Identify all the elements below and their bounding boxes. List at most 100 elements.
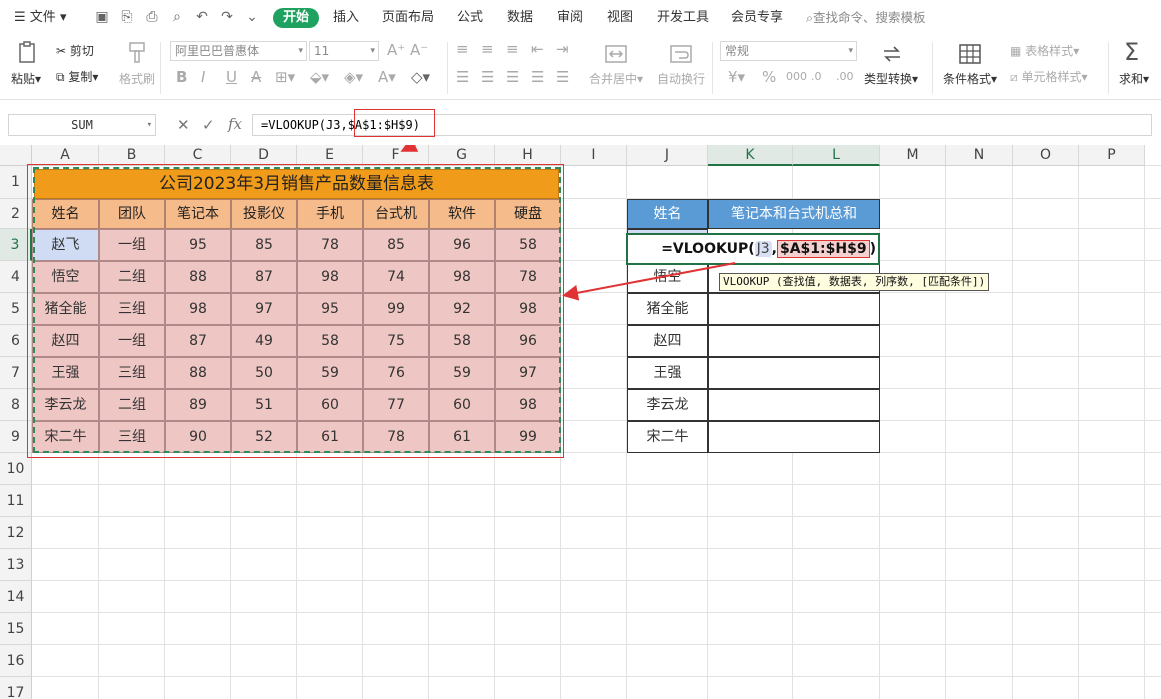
save-icon[interactable]: ▣ — [94, 9, 110, 25]
redo-icon[interactable]: ↷ — [219, 9, 235, 25]
percent-icon[interactable]: % — [762, 69, 776, 85]
table2-header-name: 姓名 — [627, 199, 708, 229]
row-header-17[interactable]: 17 — [0, 677, 32, 699]
increase-indent-icon[interactable]: ⇥ — [556, 41, 569, 57]
tab-developer[interactable]: 开发工具 — [657, 8, 709, 28]
distributed-icon[interactable]: ☰ — [556, 69, 569, 85]
fill-color-icon[interactable]: ⬙▾ — [310, 69, 329, 85]
command-search[interactable]: ⌕查找命令、搜索模板 — [806, 8, 926, 28]
tab-review[interactable]: 审阅 — [557, 8, 583, 28]
align-center-icon[interactable]: ☰ — [481, 69, 494, 85]
export-icon[interactable]: ⎘ — [119, 9, 135, 25]
undo-icon[interactable]: ↶ — [194, 9, 210, 25]
tab-formulas[interactable]: 公式 — [457, 8, 483, 28]
thousands-icon[interactable]: 000 — [786, 69, 807, 85]
column-header-p[interactable]: P — [1079, 145, 1145, 166]
tab-insert[interactable]: 插入 — [333, 8, 359, 28]
cell-style-icon: ⧄ — [1010, 70, 1018, 84]
align-bottom-icon[interactable]: ≡ — [506, 41, 519, 57]
strikethrough-icon[interactable]: A — [251, 69, 261, 85]
format-painter-label: 格式刷 — [119, 72, 156, 86]
increase-decimal-icon[interactable]: .0 — [811, 69, 822, 85]
row-header-11[interactable]: 11 — [0, 485, 32, 517]
row-header-16[interactable]: 16 — [0, 645, 32, 677]
tab-member[interactable]: 会员专享 — [731, 8, 783, 28]
ribbon-home: 粘贴▾ ✂ 剪切 ⧉ 复制▾ 格式刷 阿里巴巴普惠体 11 A⁺ A⁻ B I … — [0, 36, 1161, 100]
table2-total-cell[interactable] — [708, 357, 880, 389]
tab-page-layout[interactable]: 页面布局 — [382, 8, 434, 28]
column-header-b[interactable]: B — [99, 145, 165, 166]
file-menu[interactable]: ☰ 文件 ▾ — [14, 8, 66, 28]
font-size-select[interactable]: 11 — [309, 41, 379, 61]
table2-total-cell[interactable] — [708, 293, 880, 325]
text-color-icon[interactable]: A▾ — [378, 69, 396, 85]
table2-name-cell[interactable]: 王强 — [627, 357, 708, 389]
cell-style-button[interactable]: ⧄ 单元格样式▾ — [1010, 70, 1088, 84]
decrease-decimal-icon[interactable]: .00 — [836, 69, 854, 85]
print-icon[interactable]: ⎙ — [144, 9, 160, 25]
clear-format-icon[interactable]: ◇▾ — [411, 69, 430, 85]
table2-total-cell[interactable] — [708, 389, 880, 421]
column-header-f[interactable]: F — [363, 145, 429, 166]
column-header-o[interactable]: O — [1013, 145, 1079, 166]
justify-icon[interactable]: ☰ — [531, 69, 544, 85]
spreadsheet-grid[interactable]: A B C D E F G H I J K L M N O P 1 2 3 4 5 6 7 8 9 10 11 12 13 14 15 16 1… — [0, 145, 1161, 699]
name-box[interactable]: SUM — [8, 114, 156, 136]
align-top-icon[interactable]: ≡ — [456, 41, 469, 57]
font-size-value: 11 — [314, 44, 330, 58]
italic-icon[interactable]: I — [201, 69, 205, 85]
table2-name-cell[interactable]: 李云龙 — [627, 389, 708, 421]
tab-home[interactable]: 开始 — [273, 8, 320, 28]
table2-name-cell[interactable]: 赵四 — [627, 325, 708, 357]
underline-icon[interactable]: U — [226, 69, 237, 85]
column-header-k[interactable]: K — [708, 145, 793, 166]
table-style-button[interactable]: ▦ 表格样式▾ — [1010, 44, 1079, 58]
enter-icon[interactable]: ✓ — [202, 116, 215, 134]
row-header-14[interactable]: 14 — [0, 581, 32, 613]
number-format-select[interactable]: 常规 — [720, 41, 857, 61]
table2-name-cell[interactable]: 悟空 — [627, 261, 708, 293]
column-header-g[interactable]: G — [429, 145, 495, 166]
tab-view[interactable]: 视图 — [607, 8, 633, 28]
align-middle-icon[interactable]: ≡ — [481, 41, 494, 57]
gridline-vertical — [1144, 166, 1145, 699]
table2-name-cell[interactable]: 宋二牛 — [627, 421, 708, 453]
row-header-13[interactable]: 13 — [0, 549, 32, 581]
column-header-e[interactable]: E — [297, 145, 363, 166]
select-all-corner[interactable] — [0, 145, 32, 166]
row-header-12[interactable]: 12 — [0, 517, 32, 549]
customize-quick-access-icon[interactable]: ⌄ — [244, 9, 260, 25]
table2-total-cell[interactable] — [708, 421, 880, 453]
decrease-indent-icon[interactable]: ⇤ — [531, 41, 544, 57]
formula-range-highlight — [354, 109, 435, 137]
bold-icon[interactable]: B — [176, 69, 187, 85]
column-header-n[interactable]: N — [946, 145, 1013, 166]
borders-icon[interactable]: ⊞▾ — [275, 69, 295, 85]
cut-button[interactable]: ✂ 剪切 — [56, 44, 94, 58]
table2-total-cell[interactable] — [708, 325, 880, 357]
column-header-m[interactable]: M — [880, 145, 946, 166]
font-color-icon[interactable]: ◈▾ — [344, 69, 363, 85]
decrease-font-icon[interactable]: A⁻ — [410, 42, 428, 58]
tab-data[interactable]: 数据 — [507, 8, 533, 28]
print-preview-icon[interactable]: ⌕ — [169, 9, 185, 25]
align-left-icon[interactable]: ☰ — [456, 69, 469, 85]
font-name-select[interactable]: 阿里巴巴普惠体 — [170, 41, 307, 61]
row-header-15[interactable]: 15 — [0, 613, 32, 645]
column-header-i[interactable]: I — [561, 145, 627, 166]
column-header-j[interactable]: J — [627, 145, 708, 166]
increase-font-icon[interactable]: A⁺ — [387, 42, 405, 58]
align-right-icon[interactable]: ☰ — [506, 69, 519, 85]
cancel-icon[interactable]: ✕ — [177, 116, 190, 134]
column-header-a[interactable]: A — [32, 145, 99, 166]
currency-icon[interactable]: ¥▾ — [728, 69, 745, 85]
insert-function-icon[interactable]: fx — [228, 115, 242, 133]
column-header-h[interactable]: H — [495, 145, 561, 166]
paste-icon — [19, 41, 35, 63]
column-header-d[interactable]: D — [231, 145, 297, 166]
editing-cell-k3[interactable]: =VLOOKUP(J3, $A$1:$H$9) — [626, 233, 880, 265]
table2-name-cell[interactable]: 猪全能 — [627, 293, 708, 325]
copy-button[interactable]: ⧉ 复制▾ — [56, 70, 98, 84]
column-header-c[interactable]: C — [165, 145, 231, 166]
column-header-l[interactable]: L — [793, 145, 880, 166]
